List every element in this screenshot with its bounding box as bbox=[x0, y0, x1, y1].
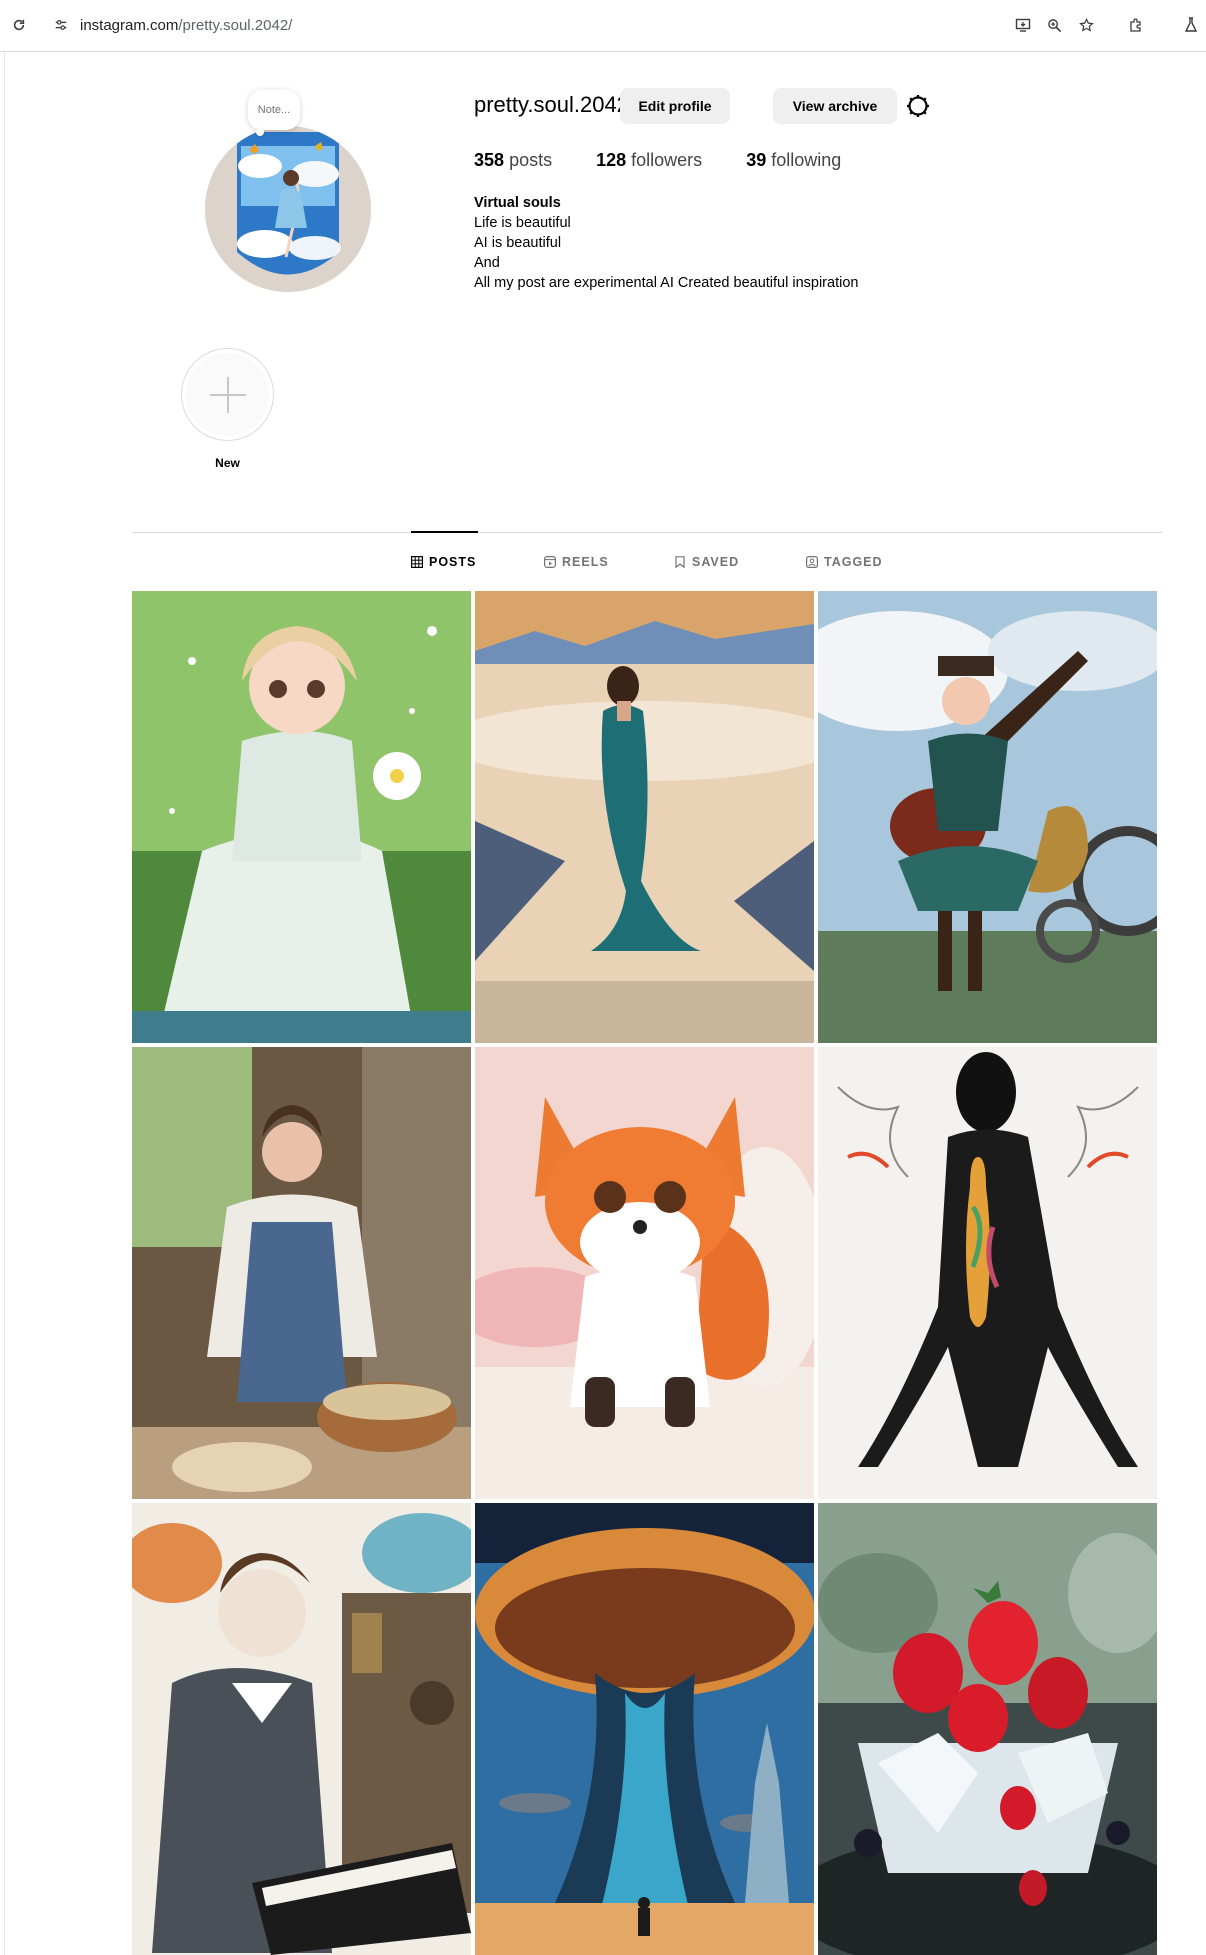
tab-tagged[interactable]: TAGGED bbox=[806, 555, 883, 569]
tabs-divider bbox=[132, 532, 1162, 533]
plus-icon bbox=[209, 376, 246, 413]
post-thumbnail[interactable] bbox=[475, 1047, 814, 1499]
url-host: instagram.com bbox=[80, 17, 179, 34]
tab-reels-label: REELS bbox=[562, 555, 609, 569]
new-highlight-label: New bbox=[215, 456, 240, 470]
url-path: /pretty.soul.2042/ bbox=[178, 17, 293, 34]
following-label: following bbox=[771, 150, 842, 170]
profile-stats: 358 posts 128 followers 39 following bbox=[474, 150, 885, 171]
profile-avatar[interactable] bbox=[205, 126, 371, 292]
edit-profile-button[interactable]: Edit profile bbox=[620, 88, 730, 124]
new-highlight-button[interactable] bbox=[181, 348, 274, 441]
site-info-icon[interactable] bbox=[50, 14, 72, 36]
zoom-icon[interactable] bbox=[1043, 14, 1065, 36]
following-stat[interactable]: 39 following bbox=[746, 150, 841, 171]
extensions-icon[interactable] bbox=[1125, 14, 1147, 36]
bio-line: All my post are experimental AI Created … bbox=[474, 275, 859, 291]
reload-icon[interactable] bbox=[8, 14, 30, 36]
post-thumbnail[interactable] bbox=[132, 1047, 471, 1499]
labs-flask-icon[interactable] bbox=[1180, 14, 1202, 36]
tab-posts[interactable]: POSTS bbox=[411, 555, 476, 569]
post-thumbnail[interactable] bbox=[132, 1503, 471, 1955]
following-count: 39 bbox=[746, 150, 767, 170]
bookmark-icon bbox=[675, 556, 685, 568]
profile-username: pretty.soul.2042 bbox=[474, 92, 629, 117]
highlight-circle bbox=[186, 353, 269, 436]
posts-count: 358 bbox=[474, 150, 505, 170]
post-thumbnail[interactable] bbox=[475, 591, 814, 1043]
tab-saved[interactable]: SAVED bbox=[674, 555, 739, 569]
install-app-icon[interactable] bbox=[1012, 14, 1034, 36]
post-thumbnail[interactable] bbox=[818, 1503, 1157, 1955]
note-bubble[interactable]: Note... bbox=[248, 90, 300, 136]
followers-count: 128 bbox=[596, 150, 627, 170]
posts-stat: 358 posts bbox=[474, 150, 552, 171]
followers-stat[interactable]: 128 followers bbox=[596, 150, 702, 171]
post-thumbnail[interactable] bbox=[132, 591, 471, 1043]
bio-line: AI is beautiful bbox=[474, 235, 562, 251]
bio-line: And bbox=[474, 255, 500, 271]
bookmark-star-icon[interactable] bbox=[1075, 14, 1097, 36]
profile-bio: Virtual souls Life is beautiful AI is be… bbox=[474, 193, 858, 293]
browser-toolbar: instagram.com/pretty.soul.2042/ bbox=[0, 0, 1206, 52]
tab-posts-label: POSTS bbox=[429, 555, 477, 569]
tab-saved-label: SAVED bbox=[692, 555, 740, 569]
active-tab-indicator bbox=[411, 531, 478, 533]
tab-tagged-label: TAGGED bbox=[824, 555, 883, 569]
posts-label: posts bbox=[509, 150, 553, 170]
post-thumbnail[interactable] bbox=[818, 1047, 1157, 1499]
view-archive-button[interactable]: View archive bbox=[773, 88, 897, 124]
tab-reels[interactable]: REELS bbox=[544, 555, 609, 569]
grid-icon bbox=[411, 556, 423, 568]
followers-label: followers bbox=[631, 150, 703, 170]
settings-gear-icon[interactable] bbox=[903, 91, 933, 121]
tagged-user-icon bbox=[806, 556, 818, 568]
reels-icon bbox=[544, 556, 556, 568]
post-thumbnail[interactable] bbox=[475, 1503, 814, 1955]
address-bar[interactable]: instagram.com/pretty.soul.2042/ bbox=[80, 17, 292, 34]
profile-display-name: Virtual souls bbox=[474, 195, 561, 211]
post-thumbnail[interactable] bbox=[818, 591, 1157, 1043]
bio-line: Life is beautiful bbox=[474, 215, 571, 231]
